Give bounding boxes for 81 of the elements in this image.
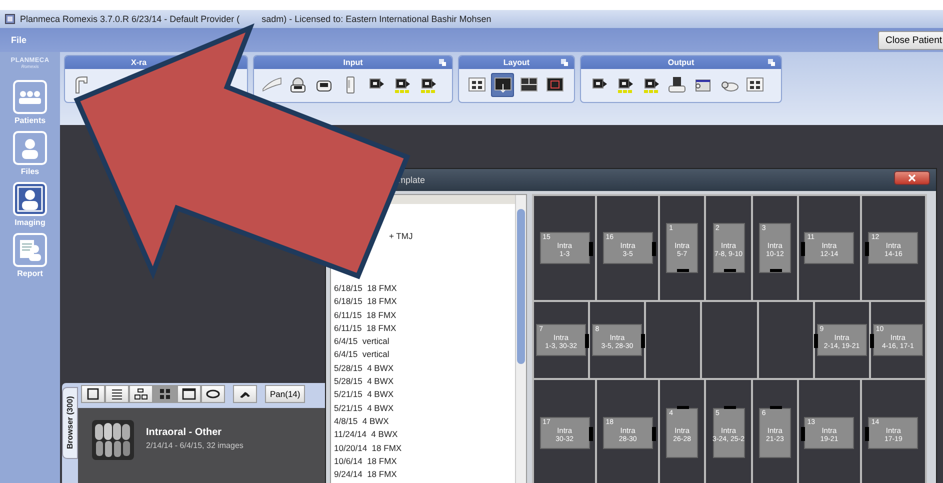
close-icon (908, 174, 916, 182)
list-item[interactable]: + TMJ (389, 230, 413, 242)
connector-mark (724, 406, 736, 409)
list-item[interactable]: 6/11/15 18 FMX (331, 322, 396, 336)
app-icon (5, 14, 15, 24)
list-item[interactable]: 5/28/15 4 BWX (331, 375, 394, 388)
list-item[interactable]: 10/6/14 18 FMX (331, 454, 397, 468)
image-group-title: Intraoral - Other (146, 427, 223, 438)
image-group-card[interactable]: Intraoral - Other 2/14/14 - 6/4/15, 32 images (78, 408, 327, 483)
list-item[interactable]: 6/4/15 vertical (331, 335, 390, 348)
person-icon (16, 185, 44, 213)
screen-icon (492, 75, 512, 95)
view-button[interactable] (233, 385, 257, 403)
list-item[interactable]: 5/21/15 4 BWX (331, 402, 394, 415)
connector-mark (585, 334, 590, 348)
list-item[interactable]: 6/18/15 18 FMX (331, 295, 397, 309)
view-button[interactable] (129, 385, 153, 403)
grid-icon (158, 388, 172, 400)
connector-mark (652, 427, 656, 441)
eye-icon (206, 388, 220, 400)
expand-icon[interactable] (561, 59, 568, 66)
view-button[interactable] (201, 385, 225, 403)
connector-mark (865, 427, 870, 441)
group-title: Output (668, 58, 694, 67)
connector-mark (865, 242, 870, 256)
view-button[interactable] (81, 385, 105, 403)
connector-mark (770, 406, 782, 409)
scrollbar[interactable] (515, 195, 526, 483)
connector-mark (652, 242, 656, 256)
frame-icon (182, 388, 196, 400)
filter-button[interactable]: Pan(14) (265, 385, 306, 403)
group-title: Layout (503, 58, 530, 67)
expand-icon[interactable] (439, 59, 446, 66)
list-item[interactable]: 9/24/14 18 FMX (331, 468, 397, 482)
window-title: Planmeca Romexis 3.7.0.R 6/23/14 - Default Provider ( (20, 14, 240, 24)
list-item[interactable]: 4/8/15 4 BWX (331, 414, 389, 428)
window-title: sadm) - Licensed to: Eastern International Bashir Mohsen (262, 14, 492, 24)
connector-mark (588, 427, 593, 441)
list-item[interactable]: 5/21/15 4 BWX (331, 388, 394, 402)
list-item[interactable]: 5/28/15 4 BWX (331, 362, 394, 376)
sidebar-label: Report (17, 269, 43, 278)
connector-mark (641, 334, 646, 348)
template-cell[interactable] (646, 302, 700, 378)
scanner-icon (288, 75, 308, 95)
list-item[interactable]: 6/18/15 18 FMX (331, 282, 397, 296)
list-item[interactable]: 6/4/15 vertical (331, 348, 390, 362)
image-group-details: 2/14/14 - 6/4/15, 32 images (146, 441, 244, 450)
toolbar-button[interactable] (491, 73, 514, 97)
single-icon (86, 388, 100, 400)
list-item[interactable]: 10/20/14 18 FMX (331, 442, 402, 455)
connector-mark (677, 269, 690, 272)
template-cell[interactable] (758, 302, 813, 378)
list-icon (110, 388, 124, 400)
print-icon (666, 75, 686, 95)
group-title: X-ra (131, 58, 147, 67)
view-button[interactable] (177, 385, 201, 403)
sidebar-label: Patients (14, 116, 46, 125)
sidebar-button[interactable] (13, 182, 47, 216)
sidebar-label: Files (20, 167, 40, 176)
view-button[interactable] (153, 385, 177, 403)
connector-mark (770, 269, 782, 272)
menu-item[interactable]: File (11, 35, 27, 45)
view-button[interactable] (105, 385, 129, 403)
browser-tab[interactable]: Browser (300) (62, 387, 78, 459)
group-title: Input (343, 58, 363, 67)
close-patient-button[interactable]: Close Patient (878, 31, 943, 50)
connector-mark (677, 406, 690, 409)
connector-mark (814, 334, 818, 348)
list-item[interactable]: 6/11/15 18 FMX (331, 308, 396, 322)
sidebar-label: Imaging (14, 218, 46, 227)
scroll-thumb[interactable] (517, 209, 525, 364)
template-cell[interactable] (702, 302, 757, 378)
tree-icon (134, 388, 148, 400)
connector-mark (801, 242, 806, 256)
connector-mark (801, 427, 806, 441)
expand-icon[interactable] (768, 59, 775, 66)
list-item[interactable]: 11/24/14 4 BWX (331, 428, 398, 442)
close-button[interactable] (894, 171, 930, 185)
connector-mark (870, 334, 874, 348)
connector-mark (724, 269, 736, 272)
connector-mark (588, 242, 593, 256)
